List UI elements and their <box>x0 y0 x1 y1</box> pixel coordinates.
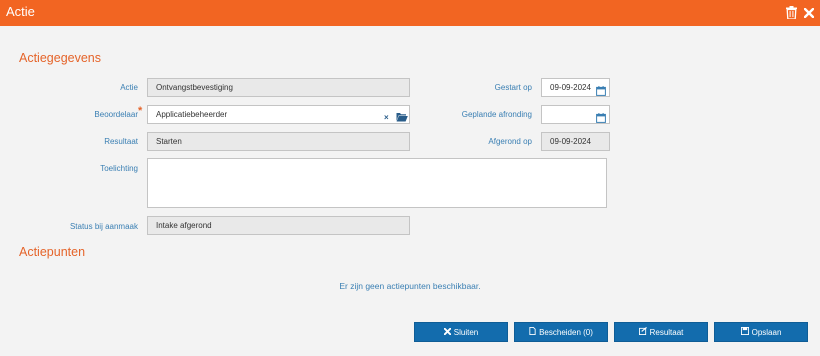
gestart-value: 09-09-2024 <box>550 83 591 92</box>
calendar-icon[interactable] <box>596 83 606 96</box>
toelichting-textarea[interactable] <box>147 158 607 208</box>
result-button-label: Resultaat <box>649 327 684 337</box>
calendar-icon[interactable] <box>596 110 606 123</box>
gepland-label: Geplande afronding <box>461 110 532 119</box>
documents-button-label: Bescheiden (0) <box>539 327 593 337</box>
empty-actiepunten-message: Er zijn geen actiepunten beschikbaar. <box>339 281 481 291</box>
close-button-label: Sluiten <box>453 327 479 337</box>
title-bar: Actie <box>0 0 820 26</box>
result-button[interactable]: Resultaat <box>614 322 708 342</box>
resultaat-field: Starten <box>147 132 410 151</box>
documents-button[interactable]: Bescheiden (0) <box>514 322 608 342</box>
window-title: Actie <box>6 4 35 19</box>
edit-icon <box>638 326 647 337</box>
status-label: Status bij aanmaak <box>69 222 138 231</box>
toelichting-label: Toelichting <box>100 164 138 173</box>
afgerond-label: Afgerond op <box>488 137 532 146</box>
beoordelaar-value: Applicatiebeheerder <box>156 110 228 119</box>
beoordelaar-label: Beoordelaar <box>94 110 138 119</box>
folder-open-icon[interactable] <box>396 109 408 122</box>
actie-label: Actie <box>120 83 138 92</box>
close-icon <box>443 327 451 337</box>
section-title-details: Actiegegevens <box>19 51 102 65</box>
document-icon <box>529 327 536 337</box>
gestart-label: Gestart op <box>494 83 532 92</box>
save-button-label: Opslaan <box>751 327 782 337</box>
floppy-icon <box>740 327 749 337</box>
close-icon[interactable] <box>802 5 816 20</box>
trash-icon[interactable] <box>784 5 798 20</box>
actie-field: Ontvangstbevestiging <box>147 78 410 97</box>
beoordelaar-field[interactable]: Applicatiebeheerder <box>147 105 410 124</box>
clear-icon[interactable]: × <box>384 113 389 122</box>
afgerond-date-field: 09-09-2024 <box>541 132 610 151</box>
required-marker: * <box>138 105 143 117</box>
section-title-actiepunten: Actiepunten <box>19 245 86 259</box>
save-button[interactable]: Opslaan <box>714 322 808 342</box>
close-button[interactable]: Sluiten <box>414 322 508 342</box>
status-field: Intake afgerond <box>147 216 410 235</box>
resultaat-label: Resultaat <box>104 137 138 146</box>
